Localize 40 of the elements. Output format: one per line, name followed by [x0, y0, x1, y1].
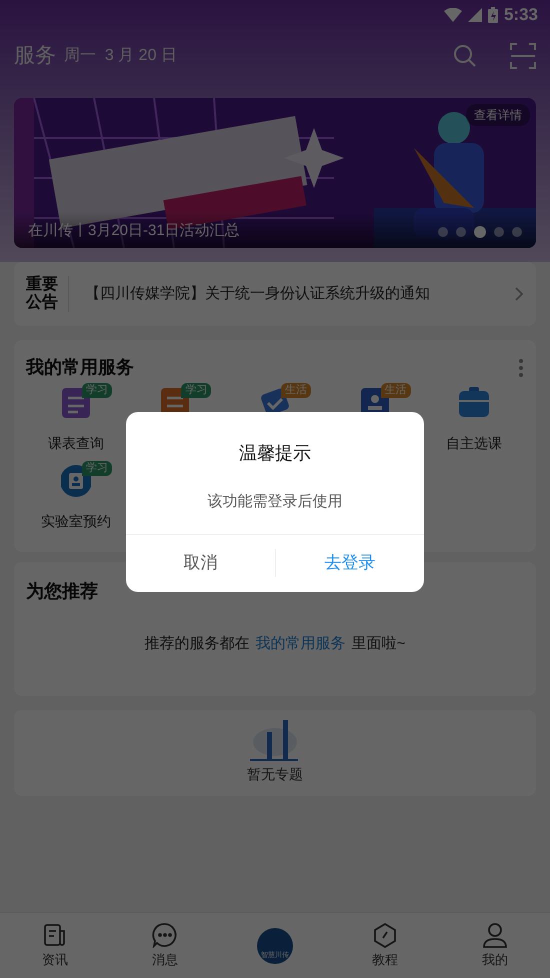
service-label[interactable]: 实验室预约 [40, 511, 111, 532]
cancel-button[interactable]: 取消 [126, 534, 274, 592]
search-icon[interactable] [452, 43, 478, 69]
wifi-icon [444, 8, 462, 22]
chat-icon [152, 922, 178, 948]
notice-label: 重要公告 [26, 276, 59, 312]
scan-icon[interactable] [510, 43, 536, 69]
battery-icon [488, 7, 498, 23]
recommend-text: 推荐的服务都在 [144, 634, 250, 654]
recommend-text: 里面啦~ [352, 634, 406, 654]
service-label[interactable]: 课表查询 [48, 433, 104, 454]
category-tag: 学习 [82, 383, 112, 398]
services-link[interactable]: 我的常用服务 [256, 633, 346, 656]
login-button[interactable]: 去登录 [276, 534, 424, 592]
user-icon [482, 922, 508, 948]
notice-text[interactable]: 【四川传媒学院】关于统一身份认证系统升级的通知 [85, 282, 514, 306]
empty-text: 暂无专题 [247, 765, 303, 784]
tab-label[interactable]: 我的 [482, 950, 508, 970]
page-title: 服务 [14, 43, 56, 70]
category-tag: 学习 [82, 461, 112, 476]
banner-caption: 在川传丨3月20日-31日活动汇总 [28, 220, 240, 240]
category-tag: 学习 [181, 383, 212, 398]
section-title: 我的常用服务 [26, 356, 134, 379]
briefcase-icon [459, 387, 490, 419]
tab-label[interactable]: 资讯 [42, 950, 68, 970]
category-tag: 生活 [380, 383, 411, 398]
status-time: 5:33 [504, 4, 538, 26]
dialog-title: 温馨提示 [238, 442, 312, 464]
date-text: 周一 3 月 20 日 [64, 46, 177, 66]
newspaper-icon [42, 922, 68, 948]
category-tag: 生活 [280, 383, 311, 398]
more-icon[interactable] [518, 358, 524, 378]
tab-label[interactable]: 教程 [372, 950, 398, 970]
chevron-right-icon[interactable] [514, 286, 524, 302]
dialog-message: 该功能需登录后使用 [206, 492, 344, 512]
tab-label[interactable]: 消息 [152, 950, 178, 970]
section-title: 为您推荐 [26, 581, 98, 601]
hexagon-icon [372, 922, 398, 948]
signal-icon [468, 8, 482, 22]
service-label[interactable]: 自主选课 [446, 433, 502, 454]
